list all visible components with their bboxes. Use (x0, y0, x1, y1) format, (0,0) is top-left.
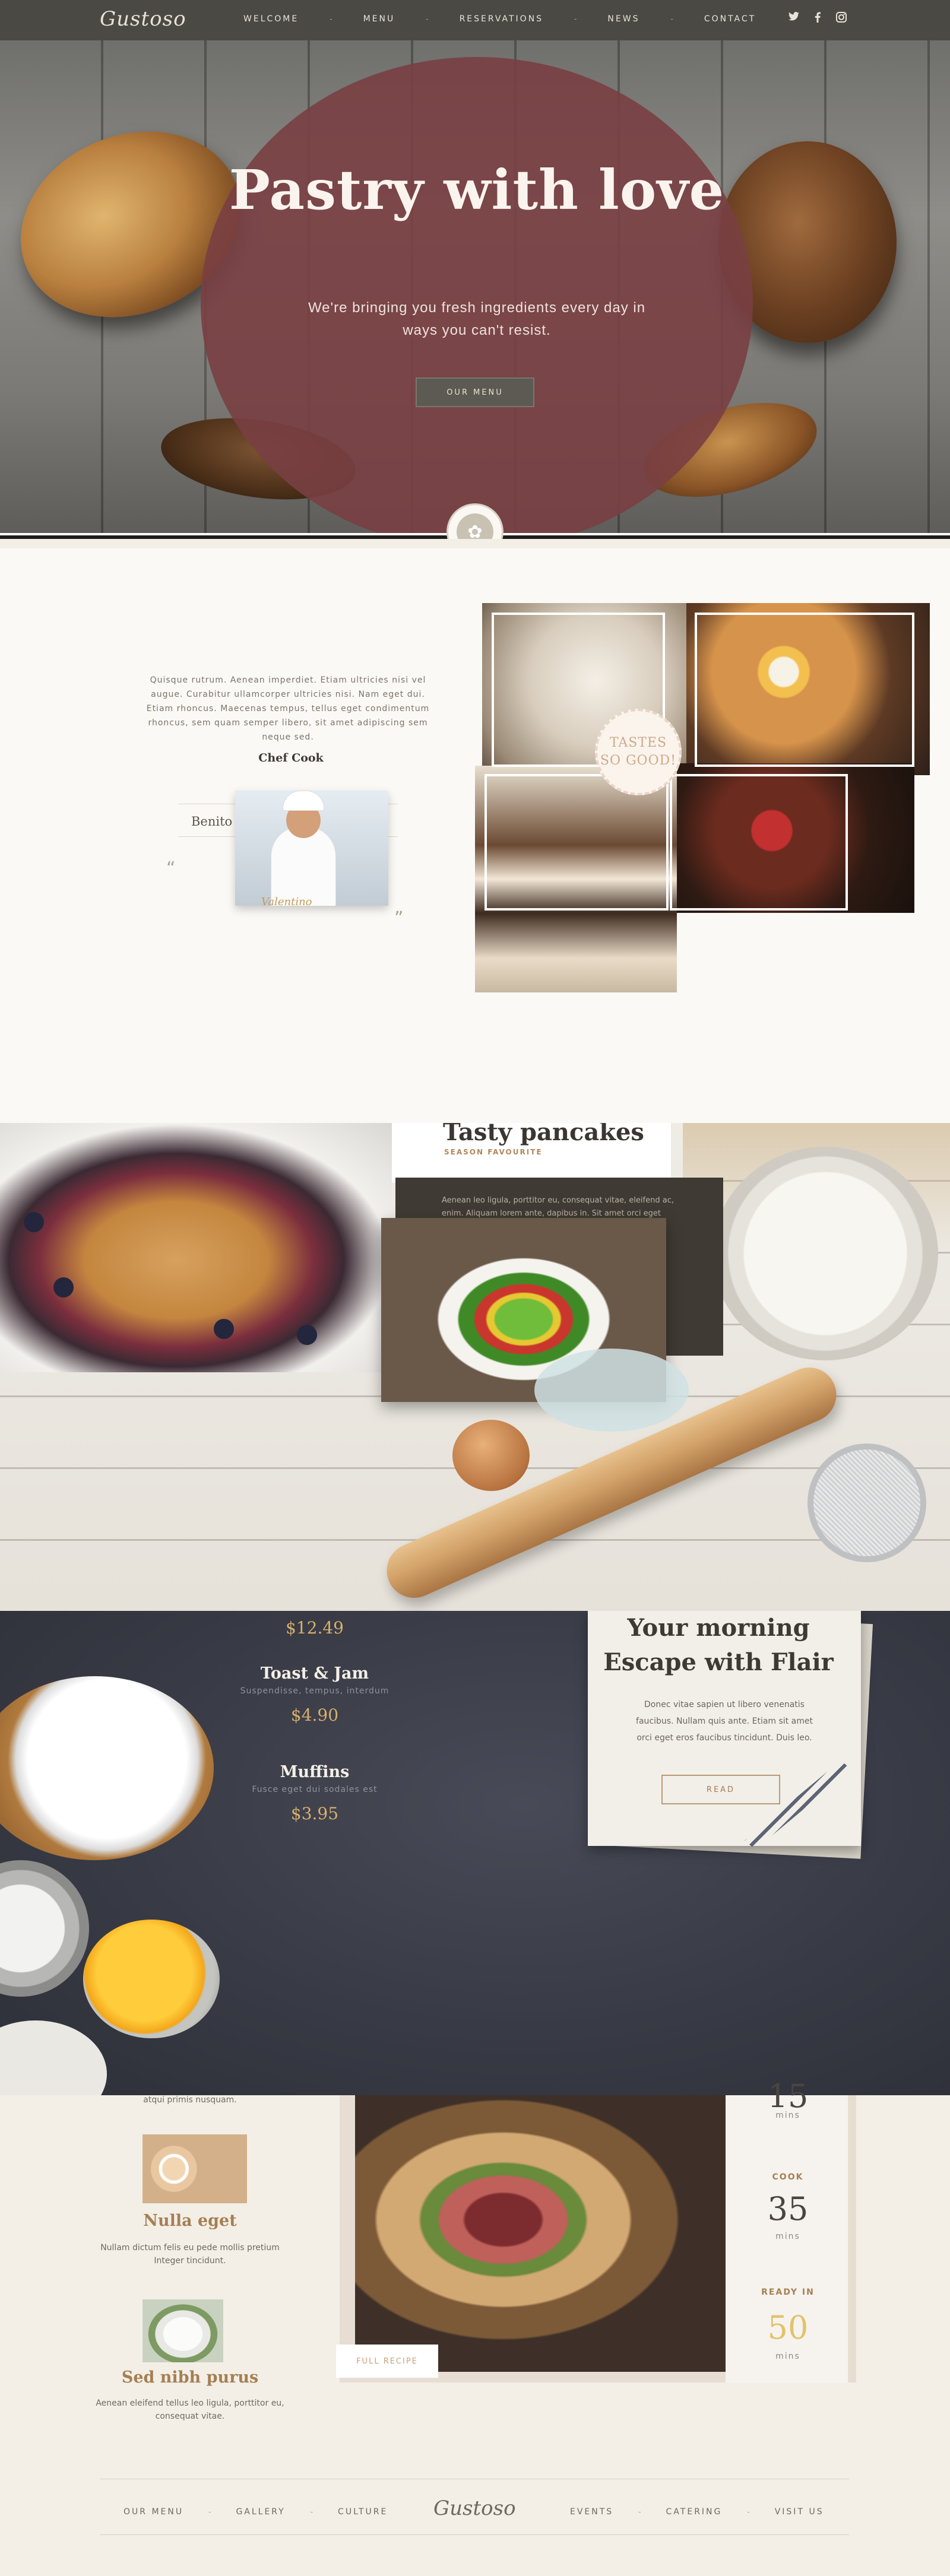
feature-subtitle: SEASON FAVOURITE (444, 1148, 543, 1156)
site-logo[interactable]: Gustoso (100, 7, 186, 31)
about-chef-section: Quisque rutrum. Aenean imperdiet. Etiam … (0, 548, 950, 1123)
our-menu-button[interactable]: OUR MENU (416, 377, 534, 407)
full-recipe-button[interactable]: FULL RECIPE (336, 2345, 438, 2378)
footer-visit-us[interactable]: VISIT US (775, 2507, 824, 2517)
top-navigation: Gustoso WELCOME - MENU - RESERVATIONS - … (0, 0, 950, 40)
quote-close-icon: ” (394, 908, 404, 929)
flour-spoon-image (0, 1676, 214, 1860)
about-text: Quisque rutrum. Aenean imperdiet. Etiam … (146, 675, 430, 742)
hero-title: Pastry with love (229, 158, 725, 222)
menu-price: $3.95 (290, 1804, 339, 1823)
ready-time-value: 50 (767, 2309, 809, 2346)
menu-item: Toast & Jam Suspendisse, tempus, interdu… (226, 1664, 404, 1725)
footer-culture[interactable]: CULTURE (338, 2507, 388, 2517)
cook-time-unit: mins (775, 2232, 800, 2241)
nav-separator: - (426, 15, 429, 23)
nav-contact[interactable]: CONTACT (704, 14, 756, 24)
blueberry-shape (297, 1325, 317, 1345)
feature-title: Tasty pancakes (443, 1123, 644, 1146)
chef-photo (235, 791, 388, 906)
tastes-so-good-stamp: TASTES SO GOOD! (595, 709, 682, 795)
baking-tin-image (0, 1860, 89, 1997)
morning-card-text: Donec vitae sapien ut libero venenatis f… (636, 1700, 813, 1743)
nav-menu[interactable]: MENU (363, 14, 395, 24)
twitter-icon[interactable] (788, 12, 799, 26)
footer-left-links: OUR MENU - GALLERY - CULTURE (124, 2507, 388, 2517)
nav-news[interactable]: NEWS (607, 14, 639, 24)
prep-time-value: 15 (767, 2077, 809, 2115)
read-button[interactable]: READ (661, 1775, 780, 1804)
menu-item-desc: Suspendisse, tempus, interdum (240, 1686, 390, 1696)
chef-signature: Valentino (261, 896, 312, 908)
nav-separator: - (574, 15, 577, 23)
footer-divider (100, 2534, 849, 2535)
footer-catering[interactable]: CATERING (666, 2507, 723, 2517)
cook-time-value: 35 (767, 2190, 809, 2228)
recipe-times-panel: 15 mins COOK 35 mins READY IN 50 mins (726, 2077, 850, 2383)
menu-item: $12.49 (226, 1618, 404, 1638)
blueberry-shape (214, 1319, 234, 1339)
sieve-image (808, 1444, 926, 1562)
pastry-collage: TASTES SO GOOD! (475, 596, 930, 992)
menu-price: $12.49 (286, 1618, 344, 1638)
morning-card-title: Your morning Escape with Flair (603, 1614, 834, 1676)
footer-right-links: EVENTS - CATERING - VISIT US (570, 2507, 824, 2517)
nav-reservations[interactable]: RESERVATIONS (460, 14, 544, 24)
menu-item-name: Toast & Jam (260, 1664, 369, 1683)
prep-time-unit: mins (775, 2111, 800, 2120)
hero-subtitle: We're bringing you fresh ingredients eve… (308, 300, 646, 338)
social-links (788, 12, 847, 26)
footer-gallery[interactable]: GALLERY (236, 2507, 285, 2517)
bowl-image (534, 1349, 689, 1432)
bread-icon: ✿ (457, 513, 493, 539)
egg-image (452, 1420, 530, 1491)
recipe-text: Aenean eleifend tellus leo ligula, portt… (96, 2399, 284, 2421)
photo-frame (695, 613, 914, 767)
footer-logo[interactable]: Gustoso (433, 2496, 516, 2520)
blueberry-shape (53, 1277, 74, 1297)
menu-item-name: Muffins (280, 1763, 350, 1781)
footer-separator: - (638, 2508, 641, 2516)
chef-label: Chef Cook (258, 751, 324, 764)
nav-welcome[interactable]: WELCOME (243, 14, 299, 24)
ready-time-label: READY IN (761, 2288, 815, 2297)
menu-price: $4.90 (290, 1705, 339, 1725)
feature-kitchen-section: Tasty pancakes SEASON FAVOURITE Aenean l… (0, 1123, 950, 1611)
recipe-title[interactable]: Nulla eget (95, 2212, 285, 2230)
menu-item-desc: Fusce eget dui sodales est (252, 1785, 378, 1794)
nav-separator: - (330, 15, 332, 23)
chef-hat-icon (283, 791, 324, 811)
chef-name: Benito (191, 814, 233, 829)
flour-bowl-photo (712, 1147, 938, 1360)
egg-image (0, 2020, 107, 2095)
site-footer: OUR MENU - GALLERY - CULTURE Gustoso EVE… (0, 2475, 950, 2576)
nav-separator: - (670, 15, 673, 23)
blueberry-shape (24, 1212, 44, 1232)
footer-separator: - (208, 2508, 211, 2516)
chef-body (271, 826, 336, 906)
mozzarella-photo[interactable] (142, 2299, 223, 2362)
main-menu: WELCOME - MENU - RESERVATIONS - NEWS - C… (243, 14, 756, 24)
footer-separator: - (747, 2508, 750, 2516)
eggs-basket-photo[interactable] (142, 2134, 247, 2203)
footer-events[interactable]: EVENTS (570, 2507, 613, 2517)
recipes-section: atqui primis nusquam. Nulla eget Nullam … (0, 2077, 950, 2475)
sandwich-photo[interactable] (355, 2095, 726, 2372)
facebook-icon[interactable] (815, 12, 821, 26)
recipe-intro-text: atqui primis nusquam. (143, 2095, 237, 2105)
footer-separator: - (310, 2508, 314, 2516)
photo-frame (670, 774, 848, 911)
recipe-text: Nullam dictum felis eu pede mollis preti… (100, 2243, 280, 2266)
instagram-icon[interactable] (836, 12, 847, 26)
menu-item: Muffins Fusce eget dui sodales est $3.95 (226, 1763, 404, 1823)
footer-our-menu[interactable]: OUR MENU (124, 2507, 183, 2517)
hero-section: Pastry with love We're bringing you fres… (0, 40, 950, 539)
ready-time-unit: mins (775, 2352, 800, 2361)
recipe-title[interactable]: Sed nibh purus (95, 2368, 285, 2387)
quote-open-icon: “ (166, 858, 176, 879)
egg-yolk-image (83, 1920, 220, 2038)
breakfast-menu-section: $12.49 Toast & Jam Suspendisse, tempus, … (0, 1611, 950, 2095)
cook-time-label: COOK (772, 2172, 804, 2182)
pancakes-photo (0, 1123, 392, 1372)
